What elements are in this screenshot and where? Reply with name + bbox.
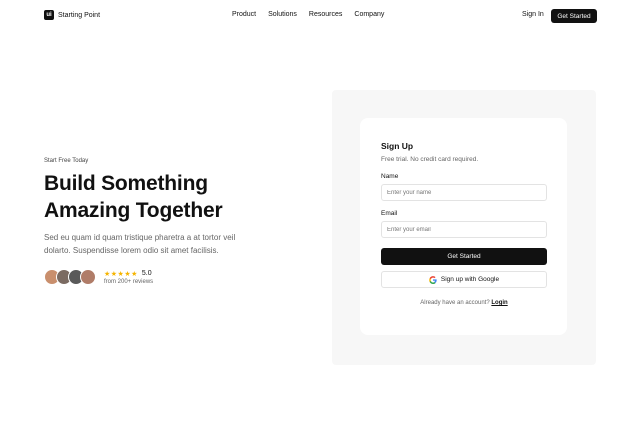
star-rating-icon: ★★★★★ <box>104 270 138 278</box>
login-prompt: Already have an account? <box>420 300 490 306</box>
headline-line-1: Build Something <box>44 172 208 195</box>
social-proof: ★★★★★ 5.0 from 200+ reviews <box>44 269 304 285</box>
signup-subtitle: Free trial. No credit card required. <box>381 156 479 163</box>
hero-eyebrow: Start Free Today <box>44 158 89 164</box>
rating-score: 5.0 <box>141 270 152 277</box>
login-link[interactable]: Login <box>491 300 507 306</box>
nav-link-product[interactable]: Product <box>232 11 256 18</box>
login-prompt-row: Already have an account? Login <box>381 300 547 306</box>
brand-name: Starting Point <box>58 11 101 19</box>
main-menu: Product Solutions Resources Company <box>232 11 384 18</box>
review-count: from 200+ reviews <box>104 278 154 285</box>
hero-section: Start Free Today Build Something Amazing… <box>44 158 304 285</box>
rating-block: ★★★★★ 5.0 from 200+ reviews <box>104 270 153 285</box>
get-started-submit-button[interactable]: Get Started <box>381 248 547 265</box>
google-signup-button[interactable]: Sign up with Google <box>381 271 547 288</box>
signup-card: Sign Up Free trial. No credit card requi… <box>360 118 567 335</box>
google-button-label: Sign up with Google <box>440 276 500 283</box>
headline-line-2: Amazing Together <box>44 199 223 222</box>
nav-link-solutions[interactable]: Solutions <box>268 11 297 18</box>
top-navbar: ui Starting Point Product Solutions Reso… <box>0 0 640 32</box>
avatar-stack <box>44 269 96 285</box>
name-input[interactable] <box>381 184 547 201</box>
hero-subtext: Sed eu quam id quam tristique pharetra a… <box>44 233 236 255</box>
nav-get-started-button[interactable]: Get Started <box>551 9 597 23</box>
avatar <box>80 269 96 285</box>
logo-icon: ui <box>44 10 54 20</box>
name-label: Name <box>381 173 399 180</box>
email-input[interactable] <box>381 221 547 238</box>
hero-headline: Build Something Amazing Together <box>44 170 304 224</box>
email-label: Email <box>381 210 398 217</box>
signup-title: Sign Up <box>381 141 414 151</box>
nav-link-company[interactable]: Company <box>354 11 384 18</box>
brand[interactable]: ui Starting Point <box>44 10 100 20</box>
nav-link-resources[interactable]: Resources <box>309 11 342 18</box>
sign-in-link[interactable]: Sign In <box>522 11 544 18</box>
google-icon <box>429 275 437 284</box>
